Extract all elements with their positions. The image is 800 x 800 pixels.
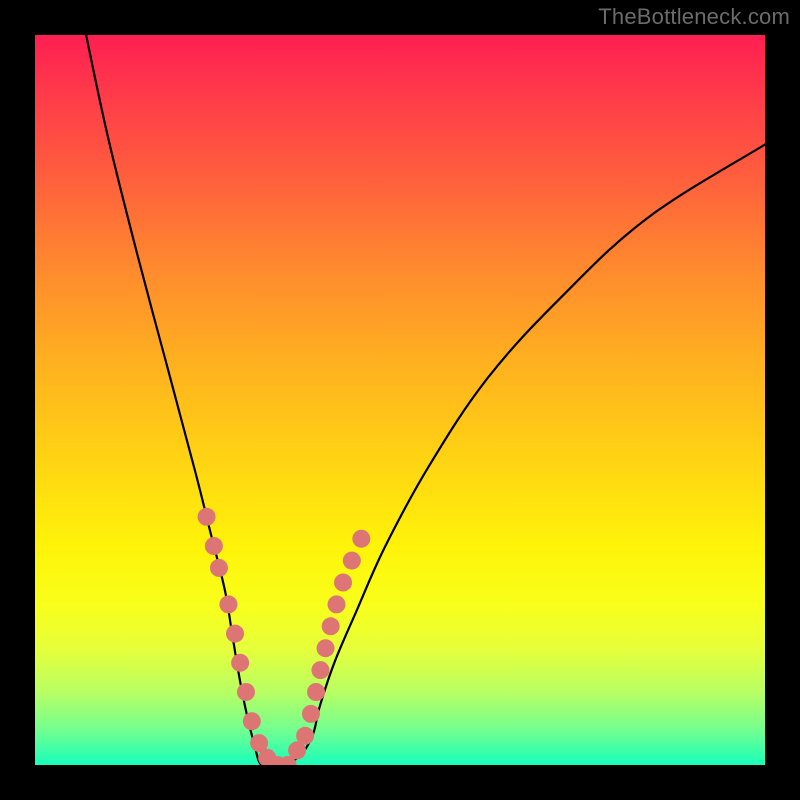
salmon-dot [243, 712, 261, 730]
salmon-dot [317, 639, 335, 657]
salmon-dot [226, 625, 244, 643]
salmon-dot [343, 552, 361, 570]
salmon-dot [352, 530, 370, 548]
salmon-dot [198, 508, 216, 526]
salmon-dot [296, 727, 314, 745]
salmon-dot [311, 661, 329, 679]
bottleneck-curve [86, 35, 765, 765]
watermark-text: TheBottleneck.com [598, 4, 790, 30]
salmon-dot [334, 574, 352, 592]
salmon-dot [237, 683, 255, 701]
salmon-dot [210, 559, 228, 577]
chart-container: TheBottleneck.com [0, 0, 800, 800]
salmon-dot [327, 595, 345, 613]
chart-svg [35, 35, 765, 765]
salmon-dot [205, 537, 223, 555]
salmon-dot [231, 654, 249, 672]
salmon-dot [307, 683, 325, 701]
salmon-dot [219, 595, 237, 613]
salmon-dot [322, 617, 340, 635]
plot-area [35, 35, 765, 765]
salmon-dot [302, 705, 320, 723]
